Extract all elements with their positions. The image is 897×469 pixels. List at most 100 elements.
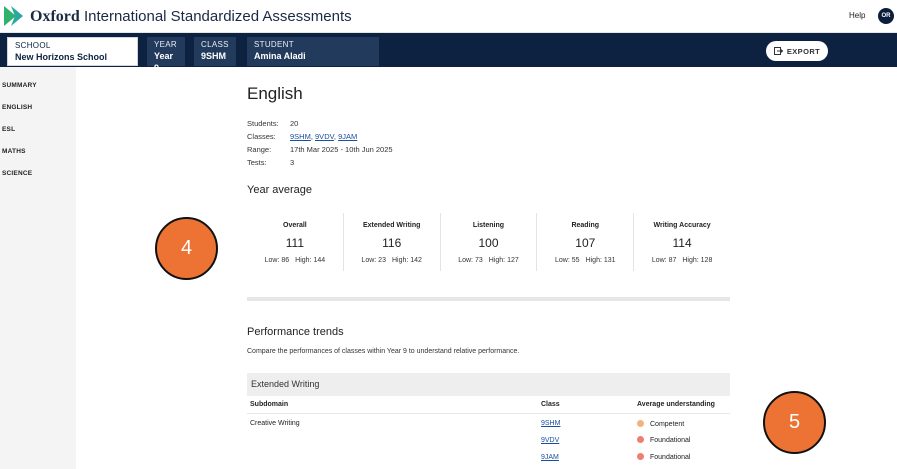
range-label: Range: bbox=[247, 145, 272, 154]
high-label: High: bbox=[295, 257, 312, 264]
sidebar-item-english[interactable]: ENGLISH bbox=[2, 104, 32, 111]
range-value: 17th Mar 2025 - 10th Jun 2025 bbox=[290, 145, 393, 154]
table-header-divider bbox=[247, 413, 730, 414]
callout-badge-left: 4 bbox=[155, 217, 218, 280]
understanding-value: Competent bbox=[650, 421, 685, 428]
performance-trends-heading: Performance trends bbox=[247, 326, 344, 338]
stat-value: 107 bbox=[575, 236, 596, 250]
stat-value: 114 bbox=[672, 236, 692, 250]
stat-range: Low: 73 High: 127 bbox=[441, 257, 537, 264]
meta-classes: Classes: 9SHM, 9VDV, 9JAM bbox=[247, 132, 358, 141]
high-value: 142 bbox=[410, 257, 422, 264]
low-label: Low: bbox=[651, 257, 667, 264]
meta-range: Range: 17th Mar 2025 - 10th Jun 2025 bbox=[247, 145, 393, 154]
foundational-dot-icon bbox=[637, 453, 644, 460]
classes-label: Classes: bbox=[247, 132, 276, 141]
low-value: 86 bbox=[281, 257, 290, 264]
column-header-subdomain: Subdomain bbox=[250, 401, 289, 408]
student-selector[interactable]: STUDENT Amina Aladi bbox=[247, 37, 379, 66]
table-row: 9JAM bbox=[541, 454, 559, 461]
high-label: High: bbox=[585, 257, 602, 264]
year-average-stats: Overall 111 Low: 86 High: 144 Extended Wr… bbox=[247, 213, 730, 271]
class-link[interactable]: 9SHM bbox=[541, 420, 560, 427]
stat-range: Low: 86 High: 144 bbox=[247, 257, 343, 264]
performance-trends-description: Compare the performances of classes with… bbox=[247, 348, 520, 355]
class-link-9vdv[interactable]: 9VDV bbox=[315, 132, 334, 141]
meta-tests: Tests: 3 bbox=[247, 158, 294, 167]
high-value: 128 bbox=[700, 257, 713, 264]
class-selector[interactable]: CLASS 9SHM bbox=[194, 37, 236, 66]
class-link[interactable]: 9JAM bbox=[541, 454, 559, 461]
year-value: Year 9 bbox=[154, 51, 174, 73]
brand-rest: International Standardized Assessments bbox=[83, 8, 352, 25]
subdomain-cell: Creative Writing bbox=[250, 420, 300, 427]
stat-name: Extended Writing bbox=[362, 222, 421, 229]
school-selector[interactable]: SCHOOL New Horizons School bbox=[7, 37, 138, 66]
stat-writing-accuracy: Writing Accuracy 114 Low: 87 High: 128 bbox=[634, 213, 730, 271]
students-value: 20 bbox=[290, 119, 299, 128]
stat-range: Low: 23 High: 142 bbox=[344, 257, 440, 264]
context-bar: SCHOOL New Horizons School YEAR Year 9 C… bbox=[0, 33, 897, 73]
class-link-9shm[interactable]: 9SHM bbox=[290, 132, 311, 141]
high-value: 127 bbox=[507, 257, 519, 264]
understanding-cell: Foundational bbox=[637, 453, 690, 461]
meta-students: Students: 20 bbox=[247, 119, 298, 128]
class-value: 9SHM bbox=[201, 51, 227, 61]
low-value: 87 bbox=[668, 257, 677, 264]
high-label: High: bbox=[682, 257, 699, 264]
foundational-dot-icon bbox=[637, 436, 644, 443]
student-label: STUDENT bbox=[254, 40, 294, 49]
class-link[interactable]: 9VDV bbox=[541, 437, 559, 444]
stat-range: Low: 87 High: 128 bbox=[634, 257, 730, 264]
section-divider bbox=[247, 297, 730, 301]
sidebar: SUMMARY ENGLISH ESL MATHS SCIENCE bbox=[0, 67, 76, 469]
low-label: Low: bbox=[264, 257, 280, 264]
high-value: 144 bbox=[313, 257, 326, 264]
stat-listening: Listening 100 Low: 73 High: 127 bbox=[441, 213, 538, 271]
export-button[interactable]: EXPORT bbox=[766, 41, 828, 61]
stat-name: Overall bbox=[283, 222, 307, 229]
column-header-class: Class bbox=[541, 401, 560, 408]
sidebar-item-summary[interactable]: SUMMARY bbox=[2, 82, 37, 89]
high-label: High: bbox=[391, 257, 409, 264]
stat-value: 100 bbox=[478, 236, 499, 250]
low-value: 23 bbox=[378, 257, 386, 264]
understanding-cell: Foundational bbox=[637, 436, 690, 444]
school-value: New Horizons School bbox=[15, 52, 108, 62]
high-label: High: bbox=[488, 257, 506, 264]
brand-bold: Oxford bbox=[30, 8, 80, 25]
stat-name: Writing Accuracy bbox=[653, 222, 711, 229]
stat-name: Listening bbox=[472, 222, 505, 229]
low-value: 55 bbox=[571, 257, 580, 264]
high-value: 131 bbox=[603, 257, 616, 264]
class-link-9jam[interactable]: 9JAM bbox=[338, 132, 357, 141]
sidebar-item-esl[interactable]: ESL bbox=[2, 126, 15, 133]
competent-dot-icon bbox=[637, 420, 644, 427]
table-row: 9SHM bbox=[541, 420, 560, 427]
stat-range: Low: 55 High: 131 bbox=[537, 257, 633, 264]
understanding-value: Foundational bbox=[650, 437, 691, 444]
low-label: Low: bbox=[458, 257, 474, 264]
understanding-cell: Competent bbox=[637, 420, 684, 428]
page-title: English bbox=[247, 84, 303, 103]
low-label: Low: bbox=[361, 257, 377, 264]
table-row: 9VDV bbox=[541, 437, 559, 444]
stat-overall: Overall 111 Low: 86 High: 144 bbox=[247, 213, 344, 271]
avatar[interactable]: OR bbox=[878, 8, 894, 24]
year-selector[interactable]: YEAR Year 9 bbox=[147, 37, 185, 73]
top-header: Oxford International Standardized Assess… bbox=[0, 0, 897, 33]
stat-value: 111 bbox=[285, 236, 305, 250]
stat-extended-writing: Extended Writing 116 Low: 23 High: 142 bbox=[344, 213, 441, 271]
export-icon bbox=[773, 47, 783, 55]
export-label: EXPORT bbox=[786, 46, 821, 56]
help-link[interactable]: Help bbox=[849, 11, 865, 20]
tests-label: Tests: bbox=[247, 158, 267, 167]
sidebar-item-science[interactable]: SCIENCE bbox=[2, 170, 32, 177]
brand-title[interactable]: Oxford International Standardized Assess… bbox=[30, 8, 352, 26]
stat-name: Reading bbox=[571, 222, 600, 229]
sidebar-item-maths[interactable]: MATHS bbox=[2, 148, 26, 155]
tests-value: 3 bbox=[290, 158, 295, 167]
year-average-heading: Year average bbox=[247, 184, 313, 196]
understanding-value: Foundational bbox=[650, 454, 691, 461]
callout-badge-right: 5 bbox=[763, 391, 826, 454]
